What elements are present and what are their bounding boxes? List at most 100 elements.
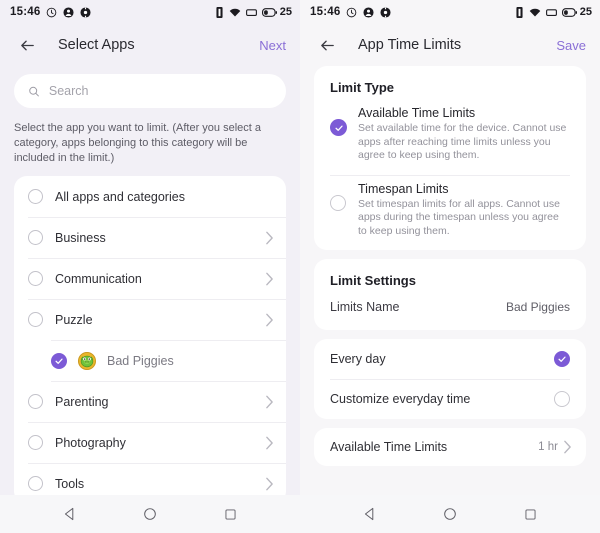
status-time: 15:46 (310, 6, 341, 18)
list-item-puzzle[interactable]: Puzzle (14, 299, 286, 340)
list-item-tools[interactable]: Tools (14, 463, 286, 495)
page-title-left: Select Apps (58, 37, 135, 53)
radio-icon[interactable] (28, 476, 43, 491)
back-button-right[interactable] (314, 32, 340, 58)
dual-screenshot: 15:46 25 Select Apps Next Search Select … (0, 0, 600, 533)
search-input[interactable] (48, 84, 272, 98)
chevron-right-icon (564, 440, 571, 454)
search-box[interactable] (14, 74, 286, 108)
status-bar-right-group: 25 (515, 6, 592, 18)
chevron-right-icon (266, 436, 273, 449)
appbar-left: Select Apps Next (0, 24, 300, 66)
status-bar-left-group: 15:46 (10, 6, 91, 18)
checkmark-icon[interactable] (51, 352, 67, 369)
battery-icon (261, 7, 277, 17)
schedule-item-every-day[interactable]: Every day (314, 339, 586, 379)
radio-icon[interactable] (28, 230, 43, 245)
available-time-limits-row[interactable]: Available Time Limits 1 hr (314, 428, 586, 466)
list-item-all-apps[interactable]: All apps and categories (14, 176, 286, 217)
notification-icon (80, 6, 91, 18)
chevron-right-icon (266, 272, 273, 285)
nav-recents-button[interactable] (210, 495, 250, 533)
limit-settings-card: Limit Settings Limits Name Bad Piggies (314, 259, 586, 330)
radio-icon[interactable] (28, 312, 43, 327)
schedule-item-customize[interactable]: Customize everyday time (314, 379, 586, 419)
nav-back-icon (64, 507, 74, 521)
search-icon (29, 86, 39, 96)
option-text: Timespan Limits Set timespan limits for … (358, 181, 570, 239)
option-description: Set available time for the device. Canno… (358, 122, 567, 161)
option-marker[interactable] (330, 194, 347, 211)
sim-icon (245, 8, 257, 16)
check-glyph-icon (55, 358, 63, 364)
limit-settings-title: Limit Settings (330, 273, 416, 288)
list-item-photography[interactable]: Photography (14, 422, 286, 463)
list-item-business[interactable]: Business (14, 217, 286, 258)
app-category-list: All apps and categories Business Communi… (14, 176, 286, 495)
checkmark-icon[interactable] (554, 351, 570, 367)
nav-back-button[interactable] (50, 495, 90, 533)
list-item-parenting[interactable]: Parenting (14, 381, 286, 422)
radio-icon[interactable] (28, 435, 43, 450)
option-timespan-limits[interactable]: Timespan Limits Set timespan limits for … (314, 174, 586, 251)
status-time: 15:46 (10, 6, 41, 18)
app-time-limits-screen: 15:46 25 App Time Limits Save Limit Type… (300, 0, 600, 533)
list-item-label: Bad Piggies (107, 353, 174, 368)
nav-back-button[interactable] (350, 495, 390, 533)
available-time-limits-label: Available Time Limits (330, 440, 448, 454)
status-bar-right-group: 25 (215, 6, 292, 18)
chevron-right-icon (266, 231, 273, 244)
radio-icon[interactable] (28, 189, 43, 204)
back-button-left[interactable] (14, 32, 40, 58)
option-available-time-limits[interactable]: Available Time Limits Set available time… (314, 99, 586, 175)
search-section (0, 66, 300, 108)
next-button[interactable]: Next (251, 38, 286, 53)
limits-name-value: Bad Piggies (505, 300, 570, 314)
save-button[interactable]: Save (548, 38, 586, 53)
wifi-icon (529, 8, 541, 16)
nav-back-icon (364, 507, 374, 521)
alarm-icon (47, 7, 57, 17)
list-item-label: Photography (55, 435, 126, 450)
page-title-right: App Time Limits (358, 37, 462, 53)
list-item-label: Puzzle (55, 312, 93, 327)
available-time-limits-value-group: 1 hr (538, 440, 572, 454)
schedule-card: Every day Customize everyday time (314, 339, 586, 419)
list-item-label: Communication (55, 271, 142, 286)
appbar-right: App Time Limits Save (300, 24, 600, 66)
list-item-label: All apps and categories (55, 189, 185, 204)
schedule-item-label: Every day (330, 352, 386, 366)
radio-icon[interactable] (330, 194, 346, 211)
check-glyph-icon (334, 125, 343, 131)
checkmark-icon[interactable] (330, 119, 347, 136)
list-item-bad-piggies[interactable]: Bad Piggies (14, 340, 286, 381)
limits-name-row[interactable]: Limits Name Bad Piggies (314, 292, 586, 330)
wifi-icon (229, 8, 241, 16)
radio-icon[interactable] (554, 391, 570, 407)
battery-percent: 25 (279, 6, 292, 18)
radio-icon[interactable] (28, 394, 43, 409)
sim-icon (545, 8, 557, 16)
notification-icon (380, 6, 391, 18)
schedule-item-label: Customize everyday time (330, 392, 471, 406)
nav-home-button[interactable] (130, 495, 170, 533)
check-glyph-icon (558, 356, 566, 362)
status-bar-left: 15:46 25 (0, 0, 300, 24)
nav-home-icon (144, 508, 156, 520)
limit-type-title: Limit Type (330, 80, 395, 95)
list-item-label: Business (55, 230, 106, 245)
option-marker[interactable] (330, 119, 347, 136)
bad-piggies-app-icon (78, 351, 96, 370)
nav-recents-button[interactable] (510, 495, 550, 533)
list-item-communication[interactable]: Communication (14, 258, 286, 299)
status-bar-right: 15:46 25 (300, 0, 600, 24)
radio-icon[interactable] (28, 271, 43, 286)
status-bar-left-group: 15:46 (310, 6, 391, 18)
limits-name-label: Limits Name (330, 300, 400, 314)
list-item-label: Parenting (55, 394, 109, 409)
option-title: Available Time Limits (358, 106, 476, 120)
chevron-right-icon (266, 313, 273, 326)
chevron-right-icon (266, 395, 273, 408)
option-title: Timespan Limits (358, 181, 449, 196)
nav-home-button[interactable] (430, 495, 470, 533)
